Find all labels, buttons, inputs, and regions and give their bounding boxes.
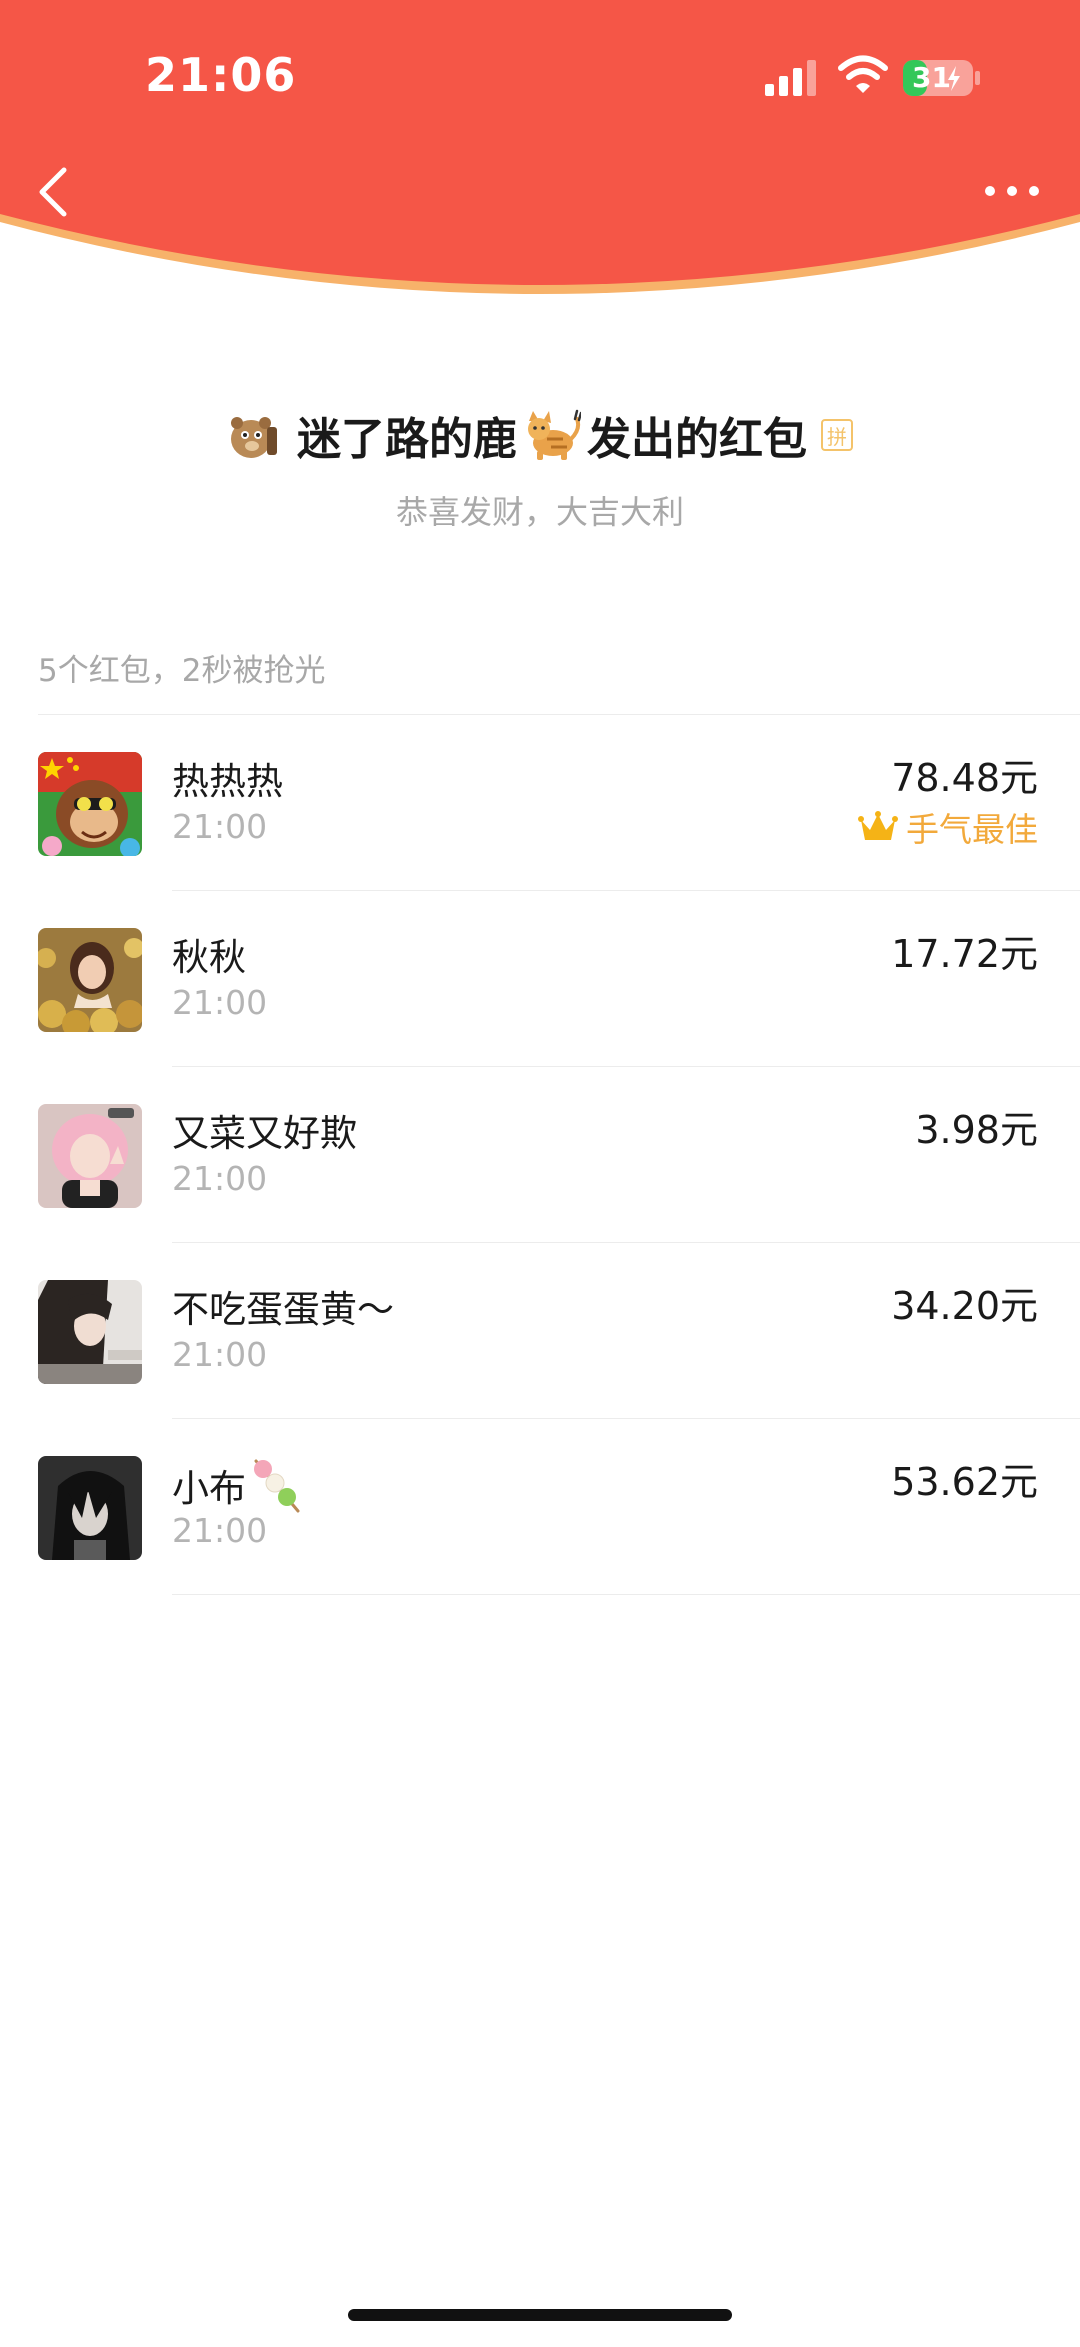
record-name: 秋秋 [172, 936, 246, 979]
record-name: 热热热 [172, 760, 283, 803]
record-list: 热热热 21:00 78.48元 手气最佳 秋秋 21:00 17.72元 又菜… [0, 715, 1080, 1595]
avatar[interactable] [38, 1456, 142, 1560]
list-item[interactable]: 秋秋 21:00 17.72元 [0, 891, 1080, 1067]
screen: 21:06 31 迷了路的鹿 发出的红包 拼 恭喜发财，大吉大利 5个红包，2秒… [0, 0, 1080, 2347]
record-name: 小布 [172, 1455, 304, 1515]
packet-summary: 5个红包，2秒被抢光 [38, 653, 326, 689]
list-item[interactable]: 小布 21:00 53.62元 [0, 1419, 1080, 1595]
record-time: 21:00 [172, 1159, 268, 1198]
status-time: 21:06 [145, 48, 297, 102]
record-time: 21:00 [172, 983, 268, 1022]
record-time: 21:00 [172, 807, 268, 846]
home-indicator[interactable] [348, 2309, 732, 2321]
sender-avatar[interactable] [227, 409, 279, 461]
list-item[interactable]: 又菜又好欺 21:00 3.98元 [0, 1067, 1080, 1243]
record-time: 21:00 [172, 1511, 268, 1550]
list-item[interactable]: 热热热 21:00 78.48元 手气最佳 [0, 715, 1080, 891]
cellular-signal-icon [765, 60, 816, 96]
record-name: 不吃蛋蛋黄～ [172, 1288, 394, 1331]
dango-skewer-icon [254, 1459, 300, 1513]
record-amount: 34.20元 [891, 1284, 1038, 1328]
list-item[interactable]: 不吃蛋蛋黄～ 21:00 34.20元 [0, 1243, 1080, 1419]
avatar[interactable] [38, 1280, 142, 1384]
pin-badge: 拼 [821, 419, 853, 451]
record-name-text: 小布 [172, 1467, 246, 1510]
crown-icon [858, 811, 898, 840]
best-luck-label: 手气最佳 [906, 810, 1038, 849]
best-luck-badge: 手气最佳 [858, 803, 1038, 851]
record-name: 又菜又好欺 [172, 1112, 357, 1155]
record-amount: 53.62元 [891, 1460, 1038, 1504]
sender-suffix: 发出的红包 [587, 414, 807, 465]
avatar[interactable] [38, 1104, 142, 1208]
sender-row: 迷了路的鹿 发出的红包 拼 [0, 400, 1080, 470]
more-dots-icon[interactable] [982, 178, 1042, 204]
wish-text: 恭喜发财，大吉大利 [395, 493, 684, 531]
record-amount: 3.98元 [915, 1108, 1038, 1152]
battery-level: 31 [912, 61, 951, 94]
record-amount: 78.48元 [891, 756, 1038, 800]
avatar[interactable] [38, 928, 142, 1032]
cat-emoji-icon [528, 409, 581, 460]
sender-name: 迷了路的鹿 [297, 414, 517, 465]
record-time: 21:00 [172, 1335, 268, 1374]
chevron-left-icon[interactable] [34, 164, 74, 220]
status-bar: 21:06 31 [0, 0, 1080, 150]
record-amount: 17.72元 [891, 932, 1038, 976]
divider [172, 1594, 1080, 1595]
avatar[interactable] [38, 752, 142, 856]
wifi-icon [838, 55, 888, 93]
